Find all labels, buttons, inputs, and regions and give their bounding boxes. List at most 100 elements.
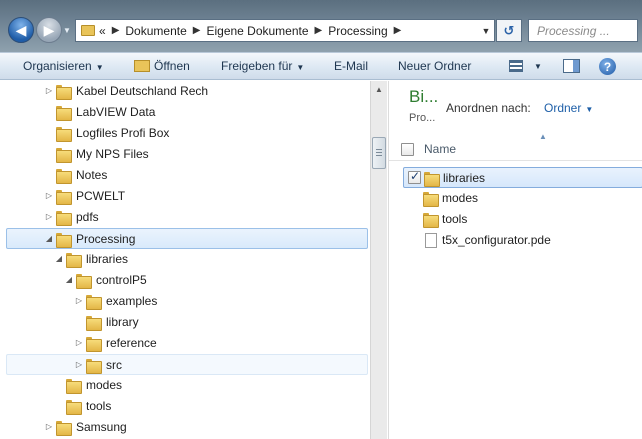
tree-item-label: pdfs (76, 210, 99, 224)
tree-item-label: src (106, 358, 122, 372)
tree-item-src[interactable]: ▷ src (6, 354, 368, 375)
tree-item-label: reference (106, 336, 157, 350)
tree-item-samsung[interactable]: ▷ Samsung (6, 417, 368, 438)
file-item-label: tools (442, 212, 468, 226)
organize-button[interactable]: Organisieren ▼ (23, 59, 104, 73)
file-list-item-modes[interactable]: modes (403, 188, 642, 209)
view-options-icon[interactable] (509, 60, 523, 72)
library-title: Bi... (409, 87, 439, 106)
file-list-item-t5x-configurator[interactable]: t5x_configurator.pde (403, 230, 642, 251)
chevron-down-icon: ▼ (95, 63, 104, 72)
tree-item-labview-data[interactable]: LabVIEW Data (6, 102, 368, 123)
tree-item-label: library (106, 315, 139, 329)
collapse-arrow-icon[interactable]: ◢ (54, 254, 64, 264)
folder-icon (56, 189, 72, 205)
tree-item-kabel-deutschland[interactable]: ▷ Kabel Deutschland Rech (6, 81, 368, 102)
chevron-down-icon: ▼ (296, 63, 305, 72)
expand-arrow-icon[interactable]: ▷ (74, 338, 84, 348)
file-list-item-libraries[interactable]: libraries (403, 167, 642, 188)
expand-arrow-icon[interactable]: ▷ (44, 212, 54, 222)
navigation-scrollbar[interactable]: ▲ (370, 81, 387, 439)
back-button[interactable]: ◀ (8, 17, 34, 43)
expand-arrow-icon[interactable]: ▷ (44, 422, 54, 432)
back-arrow-icon: ◀ (15, 21, 27, 38)
forward-arrow-icon: ▶ (43, 21, 55, 38)
breadcrumb-item[interactable]: Processing (328, 24, 387, 38)
tree-item-library[interactable]: library (6, 312, 368, 333)
help-icon[interactable]: ? (599, 58, 616, 75)
breadcrumb-item[interactable]: Eigene Dokumente (206, 24, 308, 38)
tree-item-processing[interactable]: ◢ Processing (6, 228, 368, 249)
tree-item-label: LabVIEW Data (76, 105, 156, 119)
folder-icon (86, 294, 102, 310)
navigation-pane[interactable]: ▷ Kabel Deutschland Rech LabVIEW Data Lo… (0, 81, 370, 439)
column-header-row: Name (389, 137, 642, 161)
folder-icon (66, 378, 82, 394)
folder-icon (424, 171, 440, 187)
address-dropdown-icon[interactable]: ▼ (478, 26, 494, 36)
chevron-right-icon[interactable]: ▶ (315, 25, 323, 36)
scroll-thumb[interactable] (372, 137, 386, 169)
refresh-icon: ↺ (503, 22, 515, 38)
tree-item-modes[interactable]: modes (6, 375, 368, 396)
folder-icon (66, 399, 82, 415)
folder-icon (56, 210, 72, 226)
folder-icon (56, 232, 72, 248)
email-label: E-Mail (334, 59, 369, 73)
view-dropdown-icon[interactable]: ▼ (534, 62, 542, 71)
tree-item-label: Kabel Deutschland Rech (76, 84, 209, 98)
tree-item-tools[interactable]: tools (6, 396, 368, 417)
folder-icon (423, 191, 439, 207)
tree-item-controlp5[interactable]: ◢ controlP5 (6, 270, 368, 291)
chevron-right-icon: ▶ (111, 25, 120, 36)
document-icon (425, 233, 437, 248)
folder-icon (86, 336, 102, 352)
arrange-by-label: Anordnen nach: (446, 101, 531, 115)
item-checkbox[interactable] (408, 169, 421, 184)
chevron-right-icon[interactable]: ▶ (193, 25, 201, 36)
collapse-arrow-icon[interactable]: ◢ (44, 234, 54, 244)
tree-item-reference[interactable]: ▷ reference (6, 333, 368, 354)
tree-item-libraries[interactable]: ◢ libraries (6, 249, 368, 270)
share-button[interactable]: Freigeben für ▼ (221, 59, 304, 73)
tree-item-examples[interactable]: ▷ examples (6, 291, 368, 312)
folder-icon (56, 168, 72, 184)
email-button[interactable]: E-Mail (334, 59, 368, 73)
tree-item-my-nps-files[interactable]: My NPS Files (6, 144, 368, 165)
arrange-by-value: Ordner (544, 101, 582, 115)
tree-item-pcwelt[interactable]: ▷ PCWELT (6, 186, 368, 207)
new-folder-button[interactable]: Neuer Ordner (398, 59, 471, 73)
file-item-label: modes (442, 191, 479, 205)
tree-item-logfiles-profi-box[interactable]: Logfiles Profi Box (6, 123, 368, 144)
forward-button[interactable]: ▶ (36, 17, 62, 43)
breadcrumb-item[interactable]: Dokumente (125, 24, 186, 38)
scroll-up-arrow-icon[interactable]: ▲ (371, 81, 387, 98)
tree-item-label: Notes (76, 168, 108, 182)
tree-item-label: tools (86, 399, 112, 413)
tree-item-pdfs[interactable]: ▷ pdfs (6, 207, 368, 228)
refresh-button[interactable]: ↺ (496, 19, 522, 42)
expand-arrow-icon[interactable]: ▷ (74, 360, 84, 370)
expand-arrow-icon[interactable]: ▷ (74, 296, 84, 306)
content-pane[interactable]: Bi... Pro... Anordnen nach: Ordner ▼ ▲ Na… (388, 81, 642, 439)
column-header-name[interactable]: Name (424, 142, 456, 156)
file-list-item-tools[interactable]: tools (403, 209, 642, 230)
select-all-checkbox[interactable] (401, 143, 414, 156)
expand-arrow-icon[interactable]: ▷ (44, 191, 54, 201)
recent-pages-dropdown-icon[interactable]: ▼ (63, 26, 71, 35)
tree-item-label: modes (86, 378, 123, 392)
search-input[interactable]: Processing ... (528, 19, 638, 42)
address-bar[interactable]: « ▶ Dokumente ▶ Eigene Dokumente ▶ Proce… (75, 19, 495, 42)
expand-arrow-icon[interactable]: ▷ (44, 86, 54, 96)
open-button[interactable]: Öffnen (134, 59, 190, 73)
preview-pane-icon[interactable] (563, 59, 580, 73)
chevron-right-icon[interactable]: ▶ (394, 25, 402, 36)
folder-icon (56, 105, 72, 121)
tree-item-notes[interactable]: Notes (6, 165, 368, 186)
folder-icon (86, 315, 102, 331)
file-item-label: libraries (443, 171, 486, 185)
arrange-by-dropdown[interactable]: Ordner ▼ (544, 101, 593, 115)
collapse-arrow-icon[interactable]: ◢ (64, 275, 74, 285)
file-item-label: t5x_configurator.pde (442, 233, 551, 247)
breadcrumb-overflow[interactable]: « (99, 24, 106, 38)
